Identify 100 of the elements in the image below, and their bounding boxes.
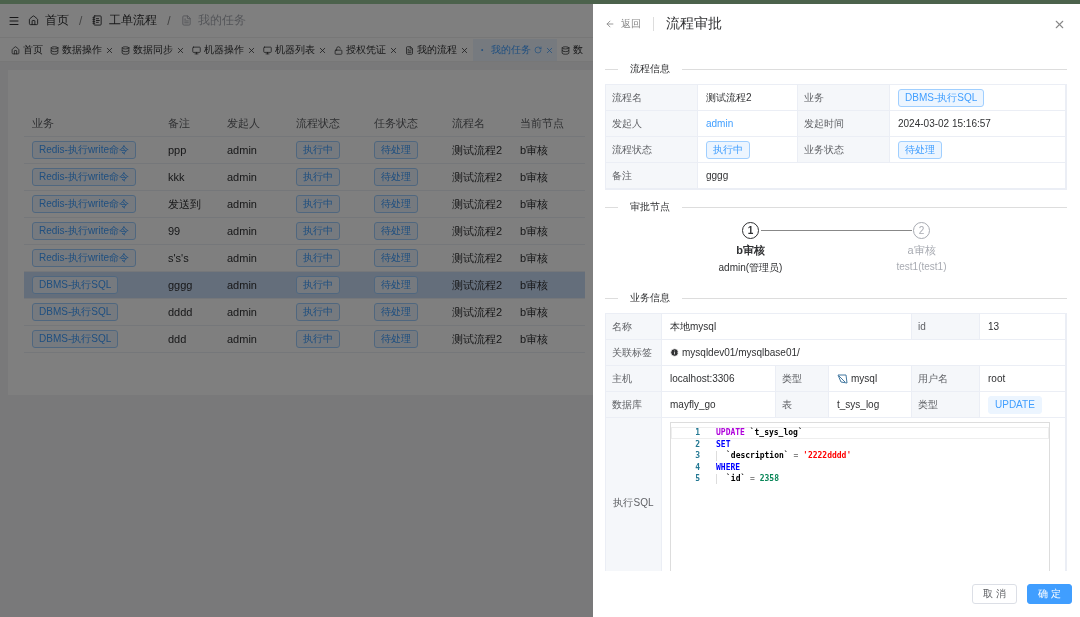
code-token: `description` (726, 451, 789, 461)
table-row[interactable]: DBMS-执行SQL ddd admin 执行中 待处理 测试流程2 b审核 (24, 326, 585, 353)
field-label: 发起人 (606, 111, 698, 137)
table-cell-text: admin (227, 279, 258, 291)
user-link[interactable]: admin (706, 118, 734, 129)
cancel-button[interactable]: 取 消 (972, 584, 1018, 604)
monitor-icon (192, 45, 201, 55)
table-row[interactable]: DBMS-执行SQL gggg admin 执行中 待处理 测试流程2 b审核 (24, 272, 585, 299)
business-tag: Redis-执行write命令 (32, 168, 136, 186)
value-text: t_sys_log (837, 399, 880, 410)
table-cell-text: dddd (168, 306, 194, 318)
breadcrumb-item[interactable]: 首页 (28, 12, 69, 29)
status-tag: 执行中 (296, 141, 340, 159)
close-icon[interactable] (247, 45, 256, 55)
line-number: 2 (694, 439, 700, 449)
page-tab[interactable]: 数 (558, 39, 586, 61)
business-tag: Redis-执行write命令 (32, 222, 136, 240)
document-icon (180, 15, 192, 26)
status-tag: 执行中 (706, 140, 750, 159)
status-tag: 待处理 (374, 276, 418, 294)
step-title: a审核 (907, 243, 936, 258)
page-tab[interactable]: 数据操作 (47, 39, 117, 61)
line-number: 4 (694, 462, 700, 472)
close-icon[interactable] (389, 45, 398, 55)
close-icon[interactable] (318, 45, 327, 55)
code-token: `id` (726, 474, 746, 484)
field-label: 类型 (912, 392, 980, 418)
value-text: mayfly_go (670, 399, 716, 410)
field-label: 关联标签 (606, 340, 662, 366)
page-tab[interactable]: 首页 (8, 39, 46, 61)
close-icon[interactable] (176, 45, 185, 55)
status-tag: 执行中 (296, 249, 340, 267)
code-token: 2358 (759, 474, 779, 484)
table-row[interactable]: Redis-执行write命令 99 admin 执行中 待处理 测试流程2 b审核 (24, 218, 585, 245)
table-cell-text: 99 (168, 225, 182, 237)
status-tag: 待处理 (898, 140, 942, 159)
table-cell-text: s's's (168, 252, 190, 264)
table-cell-text: b审核 (520, 223, 550, 239)
business-tag: DBMS-执行SQL (32, 303, 119, 321)
table-row[interactable]: Redis-执行write命令 kkk admin 执行中 待处理 测试流程2 b审核 (24, 164, 585, 191)
back-button[interactable]: 返回 (605, 17, 641, 31)
breadcrumb-item[interactable]: 工单流程 (92, 12, 158, 29)
table-cell-text: b审核 (520, 304, 550, 320)
business-tag: DBMS-执行SQL (32, 330, 119, 348)
confirm-button[interactable]: 确 定 (1027, 584, 1072, 604)
value-text: 本地mysql (670, 319, 717, 334)
table-row[interactable]: DBMS-执行SQL dddd admin 执行中 待处理 测试流程2 b审核 (24, 299, 585, 326)
table-cell-text: 测试流程2 (452, 169, 504, 185)
table-cell-text: gggg (168, 279, 194, 291)
status-tag: 待处理 (374, 249, 418, 267)
status-tag: 执行中 (296, 330, 340, 348)
table-cell-text: ppp (168, 144, 188, 156)
status-tag: DBMS-执行SQL (898, 88, 985, 107)
table-cell-text: kkk (168, 171, 186, 183)
monitor-icon (263, 45, 272, 55)
page-tab[interactable]: 机器列表 (260, 39, 330, 61)
field-label: 主机 (606, 366, 662, 392)
table-cell-text: 测试流程2 (452, 250, 504, 266)
status-tag: 待处理 (374, 222, 418, 240)
code-token: '2222dddd' (803, 451, 852, 461)
column-header: 发起人 (227, 115, 261, 131)
table-row[interactable]: Redis-执行write命令 ppp admin 执行中 待处理 测试流程2 b审核 (24, 137, 585, 164)
field-label: 类型 (776, 366, 829, 392)
section-title: 业务信息 (630, 291, 670, 305)
page-tab[interactable]: 我的流程 (402, 39, 472, 61)
field-label: 备注 (606, 163, 698, 189)
value-text: localhost:3306 (670, 373, 735, 384)
table-cell-text: admin (227, 333, 258, 345)
close-icon[interactable] (105, 45, 114, 55)
type-tag: UPDATE (988, 395, 1042, 414)
close-icon[interactable] (460, 45, 469, 55)
status-tag: 待处理 (374, 168, 418, 186)
table-cell-text: 测试流程2 (452, 196, 504, 212)
menu-icon[interactable] (8, 14, 20, 27)
business-tag: DBMS-执行SQL (32, 276, 119, 294)
column-header: 当前节点 (520, 115, 565, 131)
database-icon (561, 45, 570, 55)
status-tag: 执行中 (296, 222, 340, 240)
page-tab[interactable]: 授权凭证 (331, 39, 401, 61)
table-cell-text: b审核 (520, 196, 550, 212)
step-assignee: test1(test1) (896, 261, 947, 272)
step-title: b审核 (736, 243, 765, 258)
field-label: 数据库 (606, 392, 662, 418)
code-token: `t_sys_log` (748, 428, 803, 438)
page-tab[interactable]: 机器操作 (189, 39, 259, 61)
business-tag: Redis-执行write命令 (32, 141, 136, 159)
page-tab[interactable]: 数据同步 (118, 39, 188, 61)
table-row[interactable]: Redis-执行write命令 发送到 admin 执行中 待处理 测试流程2 b审核 (24, 191, 585, 218)
status-tag: 待处理 (374, 141, 418, 159)
business-tag: Redis-执行write命令 (32, 249, 136, 267)
section-title: 流程信息 (630, 62, 670, 76)
field-label: 业务 (798, 85, 890, 111)
table-cell-text: admin (227, 198, 258, 210)
status-tag: 执行中 (296, 168, 340, 186)
table-cell-text: 发送到 (168, 196, 202, 212)
status-tag: 执行中 (296, 303, 340, 321)
code-token: = (792, 451, 800, 461)
column-header: 流程状态 (296, 115, 341, 131)
value-text: root (988, 373, 1006, 384)
table-cell-text: 测试流程2 (452, 142, 504, 158)
